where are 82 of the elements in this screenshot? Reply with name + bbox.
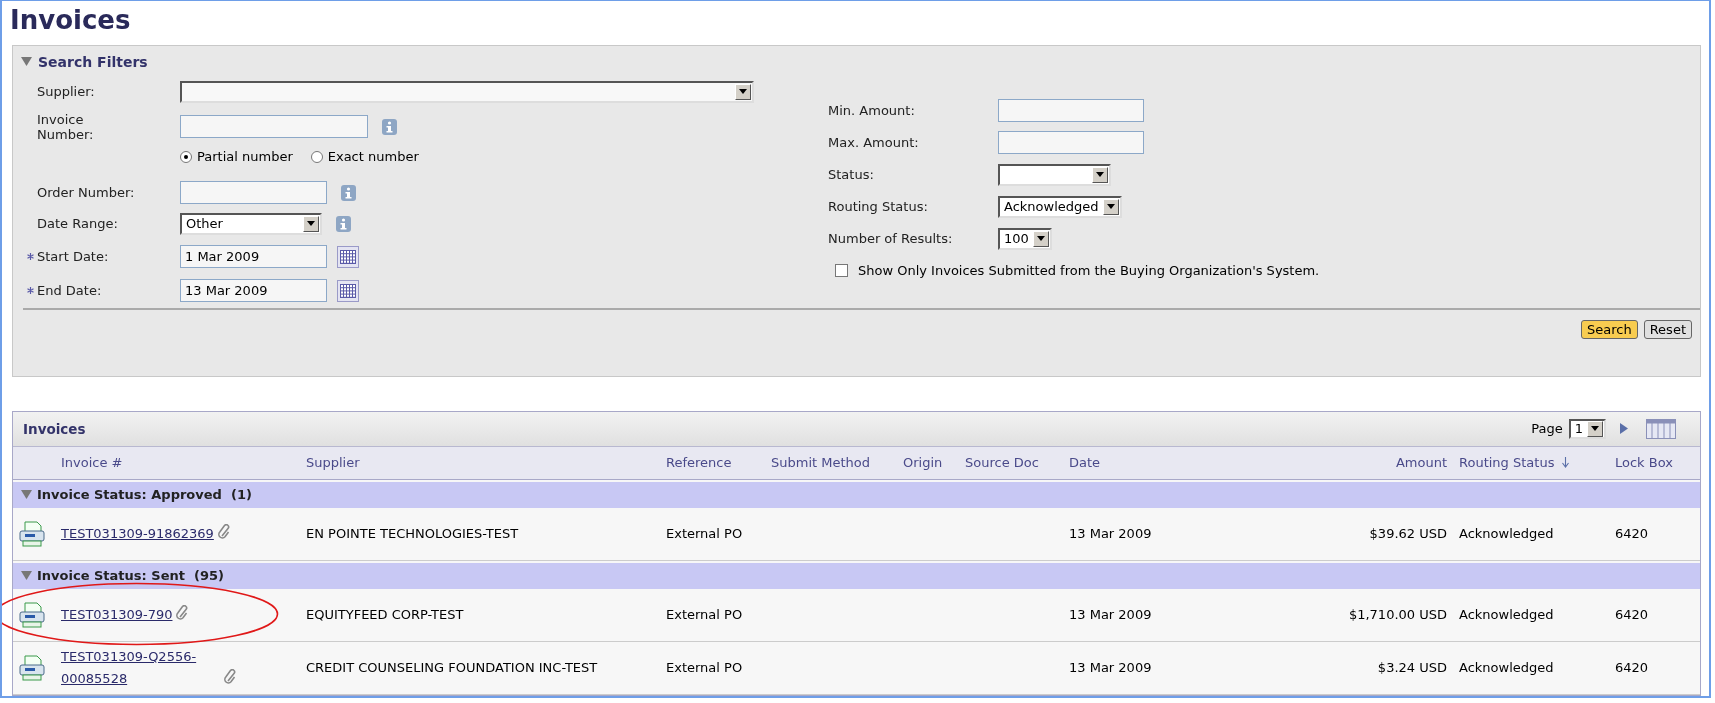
min-amount-field[interactable] <box>998 99 1144 123</box>
supplier-dropdown[interactable] <box>180 80 754 103</box>
table-cell-text: 6420 <box>1615 605 1650 624</box>
column-header[interactable]: Submit Method <box>771 455 903 471</box>
start-date-field[interactable]: 1 Mar 2009 <box>180 245 327 269</box>
group-header: Invoice Status: Approved (1) <box>37 487 252 503</box>
calendar-icon[interactable] <box>337 279 359 302</box>
status-dropdown[interactable] <box>998 163 1111 186</box>
collapse-triangle-icon[interactable] <box>21 570 32 582</box>
table-cell-text: $39.62 USD <box>1368 524 1448 543</box>
table-cell-text: Acknowledged <box>1459 524 1555 543</box>
field-label: Start Date: <box>37 249 110 265</box>
table-cell-text: 6420 <box>1615 658 1650 677</box>
section-title: Search Filters <box>38 53 148 70</box>
checkbox-label: Show Only Invoices Submitted from the Buying Organization's System. <box>858 263 1320 279</box>
field-label: End Date: <box>37 283 103 299</box>
routing-status-dropdown[interactable]: Acknowledged <box>998 195 1122 218</box>
order-number-field[interactable] <box>180 181 327 205</box>
column-header[interactable]: Reference <box>666 455 771 471</box>
table-cell-text: External PO <box>666 524 744 543</box>
caret-icon[interactable] <box>1591 426 1599 432</box>
field-label: Min. Amount: <box>828 103 916 119</box>
table-cell-text: 6420 <box>1615 524 1650 543</box>
group-header: Invoice Status: Sent (95) <box>37 568 224 584</box>
table-cell-text: 13 Mar 2009 <box>1069 524 1153 543</box>
table-cell-text: Acknowledged <box>1459 658 1555 677</box>
table-title: Invoices <box>23 420 87 437</box>
page-title: Invoices <box>9 4 132 37</box>
table-cell-text: External PO <box>666 605 744 624</box>
radio-option[interactable]: Exact number <box>310 149 419 165</box>
search-button[interactable]: Search <box>1581 319 1638 339</box>
table-cell-text: 13 Mar 2009 <box>1069 605 1153 624</box>
field-label: Supplier: <box>37 84 96 100</box>
field-label: Routing Status: <box>828 199 929 215</box>
column-header[interactable]: Lock Box <box>1615 455 1700 471</box>
next-page-icon[interactable] <box>1620 423 1628 435</box>
table-cell-text: EQUITYFEED CORP-TEST <box>306 605 465 624</box>
column-header[interactable]: Supplier <box>306 455 666 471</box>
invoice-link[interactable]: TEST031309-Q2556-00085528 <box>61 645 220 690</box>
table-cell-text: $1,710.00 USD <box>1347 605 1448 624</box>
radio-option[interactable]: Partial number <box>180 149 293 165</box>
caret-icon[interactable] <box>739 89 747 95</box>
table-cell-text: EN POINTE TECHNOLOGIES-TEST <box>306 524 520 543</box>
page-label: Page <box>1531 421 1563 437</box>
field-label: Status: <box>828 167 875 183</box>
column-header[interactable]: Invoice # <box>61 455 306 471</box>
date-range-dropdown[interactable]: Other <box>180 212 322 235</box>
reset-button[interactable]: Reset <box>1643 319 1692 339</box>
caret-icon[interactable] <box>1096 172 1104 178</box>
table-cell-text: External PO <box>666 658 744 677</box>
invoice-link[interactable]: TEST031309-91862369 <box>61 522 214 545</box>
invoice-number-field[interactable] <box>180 115 368 139</box>
table-cell-text: Acknowledged <box>1459 605 1555 624</box>
column-header[interactable]: Origin <box>903 455 965 471</box>
invoice-document-icon[interactable] <box>19 601 45 628</box>
column-header[interactable]: Amount <box>1231 455 1459 471</box>
columns-icon[interactable] <box>1646 418 1676 439</box>
table-cell-text: CREDIT COUNSELING FOUNDATION INC-TEST <box>306 658 599 677</box>
invoice-document-icon[interactable] <box>19 654 45 681</box>
column-header[interactable]: Date <box>1069 455 1231 471</box>
column-header[interactable]: Source Doc <box>965 455 1069 471</box>
caret-icon[interactable] <box>1106 204 1115 210</box>
invoice-document-icon[interactable] <box>19 520 45 547</box>
caret-icon[interactable] <box>307 221 315 227</box>
field-label: Number of Results: <box>828 231 954 247</box>
end-date-field[interactable]: 13 Mar 2009 <box>180 279 327 303</box>
field-label: Max. Amount: <box>828 135 920 151</box>
table-cell-text: 13 Mar 2009 <box>1069 658 1153 677</box>
field-label: Invoice Number: <box>37 111 95 142</box>
table-cell-text: $3.24 USD <box>1376 658 1448 677</box>
invoice-link[interactable]: TEST031309-790 <box>61 603 173 626</box>
max-amount-field[interactable] <box>998 131 1144 155</box>
field-label: Date Range: <box>37 216 119 232</box>
calendar-icon[interactable] <box>337 245 359 268</box>
results-count-dropdown[interactable]: 100 <box>998 227 1052 250</box>
column-header[interactable]: Routing Status <box>1459 455 1615 471</box>
page-dropdown[interactable]: 1 <box>1568 418 1606 439</box>
collapse-triangle-icon[interactable] <box>21 56 32 68</box>
caret-icon[interactable] <box>1036 236 1045 242</box>
checkbox[interactable] <box>835 264 848 278</box>
field-label: Order Number: <box>37 185 136 201</box>
collapse-triangle-icon[interactable] <box>21 489 32 501</box>
